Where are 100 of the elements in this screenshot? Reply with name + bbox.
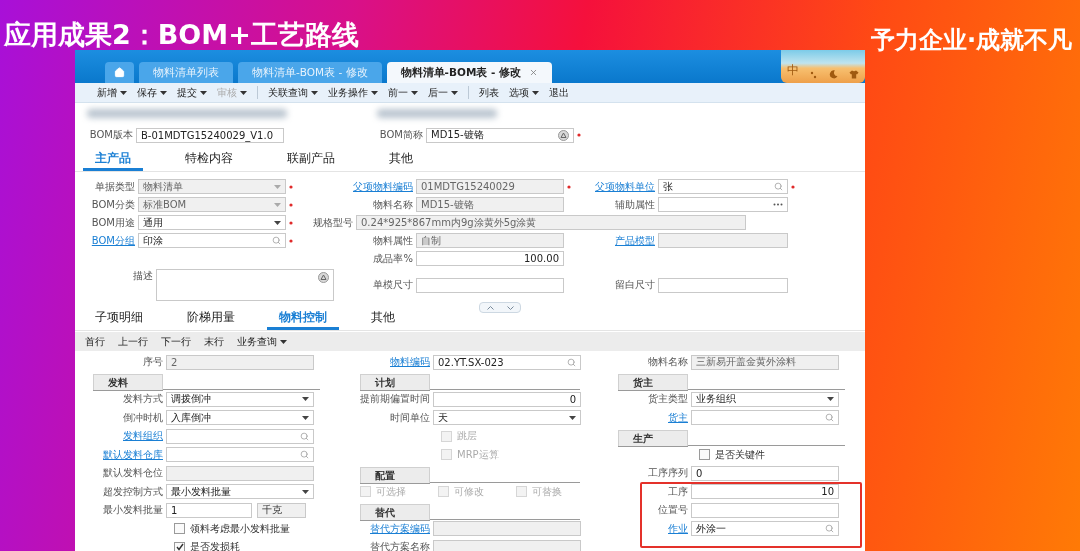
toolbar-button[interactable]: 后一 bbox=[428, 85, 458, 100]
search-icon[interactable] bbox=[300, 431, 309, 441]
field-label: 默认发料仓位 bbox=[102, 466, 163, 481]
toolbar-button[interactable]: 末行 bbox=[204, 334, 224, 349]
search-field[interactable]: 02.YT.SX-023 bbox=[433, 354, 581, 370]
toolbar-button[interactable]: 关联查询 bbox=[268, 85, 318, 100]
section-header: 替代 bbox=[360, 503, 430, 520]
lookup-icon[interactable] bbox=[558, 129, 569, 141]
form-tab[interactable]: 特检内容 bbox=[173, 151, 245, 171]
number-field[interactable]: 0 bbox=[433, 391, 581, 407]
lookup-field[interactable]: MD15-镀铬 bbox=[426, 127, 574, 143]
field-link[interactable]: 默认发料仓库 bbox=[75, 447, 163, 462]
number-field[interactable]: 10 bbox=[691, 484, 839, 500]
toolbar-button[interactable]: 列表 bbox=[479, 85, 499, 100]
toolbar-button[interactable]: 保存 bbox=[137, 85, 167, 100]
field-label: 物料名称 bbox=[372, 197, 413, 212]
field-link[interactable]: 作业 bbox=[600, 521, 688, 536]
ellipsis-icon bbox=[773, 203, 783, 206]
field-label: 规格型号 bbox=[312, 215, 353, 230]
number-field[interactable]: 100.00 bbox=[416, 251, 564, 266]
field-label: 物料属性 bbox=[372, 233, 413, 248]
field-label: 序号 bbox=[142, 355, 163, 370]
field-link[interactable]: BOM分组 bbox=[83, 233, 135, 248]
ellipsis-field[interactable] bbox=[658, 197, 788, 212]
toolbar-button[interactable]: 退出 bbox=[549, 85, 569, 100]
field-link[interactable]: 发料组织 bbox=[75, 429, 163, 444]
caret-icon bbox=[274, 184, 281, 189]
search-field[interactable]: 张 bbox=[658, 179, 788, 194]
dropdown-field[interactable]: 入库倒冲 bbox=[166, 410, 314, 426]
field-label: 发料方式 bbox=[122, 392, 163, 407]
form-tab[interactable]: 阶梯用量 bbox=[175, 310, 247, 330]
field-link[interactable]: 货主 bbox=[600, 410, 688, 425]
home-tab[interactable] bbox=[105, 62, 134, 83]
field-label: 最小发料批量 bbox=[102, 503, 163, 518]
checkbox[interactable] bbox=[174, 523, 185, 535]
caret-icon bbox=[532, 90, 539, 95]
slide-title: 应用成果2：BOM+工艺路线 bbox=[3, 18, 359, 50]
field-label: 工序 bbox=[667, 484, 688, 499]
dropdown-field[interactable]: 通用 bbox=[138, 215, 286, 230]
search-field[interactable] bbox=[166, 428, 314, 444]
input-field[interactable]: 0 bbox=[691, 465, 839, 481]
search-field[interactable]: 印涂 bbox=[138, 233, 286, 248]
field-label: 位置号 bbox=[657, 503, 688, 518]
section-header: 发料 bbox=[93, 374, 163, 390]
punctuation-icon[interactable] bbox=[809, 71, 818, 79]
search-icon[interactable] bbox=[300, 450, 309, 460]
dropdown-field[interactable]: 业务组织 bbox=[691, 391, 839, 407]
chevron-down-icon[interactable] bbox=[506, 305, 514, 310]
toolbar-button[interactable]: 下一行 bbox=[161, 334, 191, 349]
checkbox[interactable] bbox=[699, 449, 710, 461]
form-tab[interactable]: 主产品 bbox=[83, 151, 143, 171]
search-icon[interactable] bbox=[825, 413, 834, 423]
shirt-icon[interactable] bbox=[849, 70, 860, 79]
caret-icon bbox=[371, 90, 378, 95]
field-link[interactable]: 父项物料单位 bbox=[583, 179, 655, 194]
caret-icon bbox=[200, 90, 207, 95]
toolbar-button[interactable]: 上一行 bbox=[118, 334, 148, 349]
search-field[interactable] bbox=[691, 410, 839, 426]
toolbar-button[interactable]: 新增 bbox=[97, 85, 127, 100]
document-tab[interactable]: 物料清单-BOM表 - 修改 bbox=[386, 62, 552, 83]
input-field[interactable]: 1 bbox=[166, 502, 252, 518]
dropdown-field[interactable]: 天 bbox=[433, 410, 581, 426]
form-tab[interactable]: 其他 bbox=[359, 310, 407, 330]
field-label: 单模尺寸 bbox=[372, 278, 413, 292]
toolbar-button[interactable]: 选项 bbox=[509, 85, 539, 100]
input-field[interactable] bbox=[658, 277, 788, 293]
toolbar-button[interactable]: 提交 bbox=[177, 85, 207, 100]
toolbar-button[interactable]: 业务查询 bbox=[237, 334, 287, 349]
dropdown-field[interactable]: 最小发料批量 bbox=[166, 484, 314, 500]
field-label: BOM简称 bbox=[378, 128, 423, 142]
checkbox-label: 可替换 bbox=[532, 484, 562, 499]
dropdown-field[interactable]: 调拨倒冲 bbox=[166, 391, 314, 407]
field-link[interactable]: 物料编码 bbox=[340, 355, 430, 370]
moon-icon[interactable] bbox=[829, 70, 839, 79]
search-icon[interactable] bbox=[774, 182, 783, 191]
input-field[interactable]: B-01MDTG15240029_V1.0 bbox=[136, 127, 284, 143]
toolbar-button[interactable]: 业务操作 bbox=[328, 85, 378, 100]
field-label: 时间单位 bbox=[389, 410, 430, 425]
toolbar-button[interactable]: 首行 bbox=[85, 334, 105, 349]
search-icon[interactable] bbox=[567, 357, 576, 367]
form-tab[interactable]: 子项明细 bbox=[83, 310, 155, 330]
search-field[interactable]: 外涂一 bbox=[691, 521, 839, 537]
form-tab[interactable]: 其他 bbox=[377, 151, 425, 171]
search-icon[interactable] bbox=[825, 524, 834, 534]
close-icon[interactable] bbox=[529, 68, 538, 77]
caret-icon bbox=[302, 415, 309, 420]
caret-icon bbox=[451, 90, 458, 95]
field-label: BOM分类 bbox=[90, 197, 135, 212]
lookup-icon[interactable] bbox=[318, 272, 329, 283]
form-tab[interactable]: 联副产品 bbox=[275, 151, 347, 171]
input-field[interactable] bbox=[416, 277, 564, 293]
toolbar-button[interactable]: 前一 bbox=[388, 85, 418, 100]
collapse-toggle[interactable] bbox=[479, 302, 521, 313]
section-header: 配置 bbox=[360, 466, 430, 483]
checkbox[interactable] bbox=[174, 541, 185, 551]
input-field[interactable] bbox=[691, 502, 839, 518]
chevron-up-icon[interactable] bbox=[486, 305, 494, 310]
field-label: 工序序列 bbox=[647, 466, 688, 481]
search-icon[interactable] bbox=[272, 236, 281, 245]
search-field[interactable] bbox=[166, 447, 314, 463]
